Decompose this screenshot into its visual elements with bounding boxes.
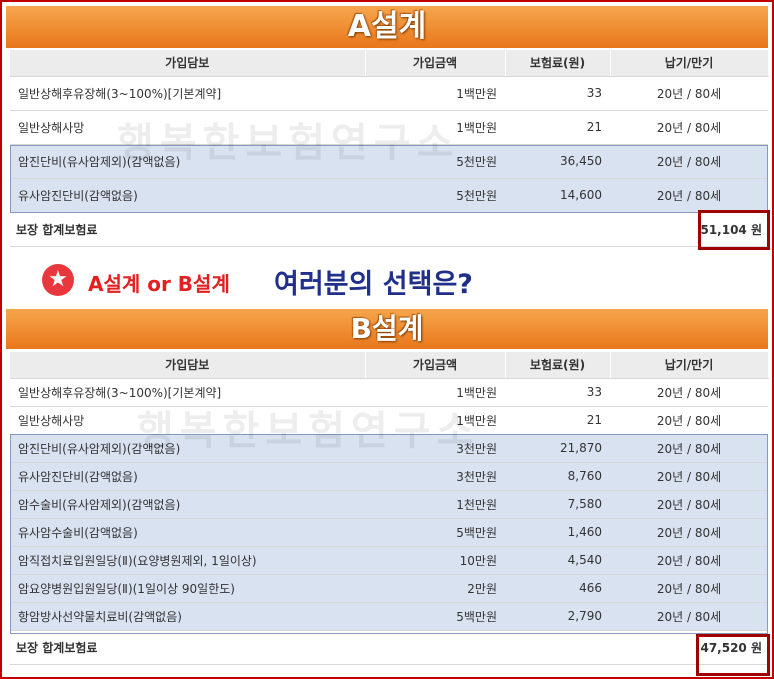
col-header-term: 납기/만기 (610, 352, 769, 379)
table-row: 일반상해사망 1백만원 21 20년 / 80세 (10, 406, 768, 435)
table-row: 암진단비(유사암제외)(감액없음) 3천만원 21,870 20년 / 80세 (10, 434, 768, 463)
table-row: 유사암수술비(감액없음) 5백만원 1,460 20년 / 80세 (10, 518, 768, 547)
cell-premium: 21 (505, 406, 610, 435)
star-icon: ★ (42, 264, 74, 296)
total-row: 보장 합계보험료 51,104 원 (10, 212, 768, 247)
table-row: 유사암진단비(감액없음) 5천만원 14,600 20년 / 80세 (10, 178, 768, 213)
cell-coverage: 암수술비(유사암제외)(감액없음) (10, 490, 365, 519)
cell-amount: 5천만원 (365, 178, 505, 213)
table-row: 유사암진단비(감액없음) 3천만원 8,760 20년 / 80세 (10, 462, 768, 491)
cell-premium: 33 (505, 378, 610, 407)
cell-term: 20년 / 80세 (610, 406, 768, 435)
cell-term: 20년 / 80세 (610, 574, 768, 603)
col-header-coverage: 가입담보 (10, 352, 366, 379)
table-row: 암진단비(유사암제외)(감액없음) 5천만원 36,450 20년 / 80세 (10, 144, 768, 179)
cell-amount: 3천만원 (365, 462, 505, 491)
table-row: 일반상해후유장해(3~100%)[기본계약] 1백만원 33 20년 / 80세 (10, 76, 768, 111)
table-row: 암수술비(유사암제외)(감액없음) 1천만원 7,580 20년 / 80세 (10, 490, 768, 519)
total-label: 보장 합계보험료 (10, 630, 610, 665)
cell-coverage: 암직접치료입원일당(Ⅱ)(요양병원제외, 1일이상) (10, 546, 365, 575)
total-highlight-box (698, 210, 770, 250)
cell-premium: 14,600 (505, 178, 610, 213)
cell-amount: 2만원 (365, 574, 505, 603)
cell-coverage: 일반상해사망 (10, 406, 365, 435)
plan-b-title: B설계 (6, 309, 768, 349)
cell-premium: 466 (505, 574, 610, 603)
cell-term: 20년 / 80세 (610, 490, 768, 519)
cell-premium: 8,760 (505, 462, 610, 491)
table-header-row: 가입담보 가입금액 보험료(원) 납기/만기 (10, 50, 769, 77)
cell-amount: 5백만원 (365, 602, 505, 631)
cell-amount: 10만원 (365, 546, 505, 575)
table-row: 일반상해사망 1백만원 21 20년 / 80세 (10, 110, 768, 145)
question-choice: A설계 or B설계 (88, 272, 230, 296)
cell-coverage: 일반상해사망 (10, 110, 365, 145)
cell-term: 20년 / 80세 (610, 76, 768, 111)
table-row: 항암방사선약물치료비(감액없음) 5백만원 2,790 20년 / 80세 (10, 602, 768, 631)
plan-a-table: 가입담보 가입금액 보험료(원) 납기/만기 일반상해후유장해(3~100%)[… (10, 50, 769, 247)
table-row: 일반상해후유장해(3~100%)[기본계약] 1백만원 33 20년 / 80세 (10, 378, 768, 407)
col-header-term: 납기/만기 (610, 50, 769, 77)
cell-premium: 21,870 (505, 434, 610, 463)
cell-coverage: 암진단비(유사암제외)(감액없음) (10, 434, 365, 463)
total-highlight-box (696, 634, 770, 676)
col-header-amount: 가입금액 (365, 50, 506, 77)
cell-coverage: 일반상해후유장해(3~100%)[기본계약] (10, 76, 365, 111)
col-header-premium: 보험료(원) (505, 50, 611, 77)
cell-term: 20년 / 80세 (610, 378, 768, 407)
cell-amount: 5천만원 (365, 144, 505, 179)
cell-coverage: 일반상해후유장해(3~100%)[기본계약] (10, 378, 365, 407)
col-header-amount: 가입금액 (365, 352, 506, 379)
cell-amount: 1천만원 (365, 490, 505, 519)
cell-amount: 5백만원 (365, 518, 505, 547)
table-header-row: 가입담보 가입금액 보험료(원) 납기/만기 (10, 352, 769, 379)
cell-premium: 21 (505, 110, 610, 145)
cell-amount: 1백만원 (365, 110, 505, 145)
cell-coverage: 유사암수술비(감액없음) (10, 518, 365, 547)
total-row: 보장 합계보험료 47,520 원 (10, 630, 768, 665)
table-row: 암직접치료입원일당(Ⅱ)(요양병원제외, 1일이상) 10만원 4,540 20… (10, 546, 768, 575)
comparison-frame: A설계 가입담보 가입금액 보험료(원) 납기/만기 일반상해후유장해(3~10… (0, 0, 774, 679)
cell-coverage: 암요양병원입원일당(Ⅱ)(1일이상 90일한도) (10, 574, 365, 603)
question-text: 여러분의 선택은? (274, 269, 473, 300)
cell-amount: 3천만원 (365, 434, 505, 463)
cell-term: 20년 / 80세 (610, 546, 768, 575)
total-label: 보장 합계보험료 (10, 212, 610, 247)
cell-coverage: 항암방사선약물치료비(감액없음) (10, 602, 365, 631)
cell-amount: 1백만원 (365, 76, 505, 111)
cell-premium: 36,450 (505, 144, 610, 179)
plan-b-table: 가입담보 가입금액 보험료(원) 납기/만기 일반상해후유장해(3~100%)[… (10, 352, 769, 665)
cell-term: 20년 / 80세 (610, 602, 768, 631)
question-banner: ★ A설계 or B설계 여러분의 선택은? (42, 262, 742, 300)
cell-amount: 1백만원 (365, 406, 505, 435)
plan-a-title: A설계 (6, 6, 768, 48)
col-header-coverage: 가입담보 (10, 50, 366, 77)
cell-term: 20년 / 80세 (610, 434, 768, 463)
table-row: 암요양병원입원일당(Ⅱ)(1일이상 90일한도) 2만원 466 20년 / 8… (10, 574, 768, 603)
cell-term: 20년 / 80세 (610, 178, 768, 213)
cell-amount: 1백만원 (365, 378, 505, 407)
cell-premium: 4,540 (505, 546, 610, 575)
cell-premium: 33 (505, 76, 610, 111)
cell-term: 20년 / 80세 (610, 144, 768, 179)
cell-premium: 1,460 (505, 518, 610, 547)
cell-coverage: 암진단비(유사암제외)(감액없음) (10, 144, 365, 179)
cell-premium: 7,580 (505, 490, 610, 519)
cell-coverage: 유사암진단비(감액없음) (10, 178, 365, 213)
cell-term: 20년 / 80세 (610, 462, 768, 491)
col-header-premium: 보험료(원) (505, 352, 611, 379)
cell-term: 20년 / 80세 (610, 518, 768, 547)
cell-premium: 2,790 (505, 602, 610, 631)
cell-term: 20년 / 80세 (610, 110, 768, 145)
cell-coverage: 유사암진단비(감액없음) (10, 462, 365, 491)
